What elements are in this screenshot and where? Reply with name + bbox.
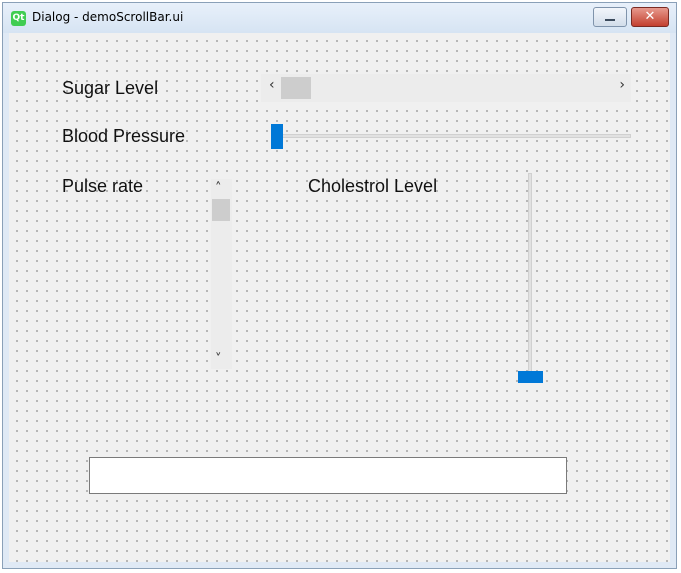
window-bottom-frame: [3, 562, 676, 568]
scroll-up-arrow-icon[interactable]: ˄: [215, 181, 222, 196]
blood-pressure-label: Blood Pressure: [62, 126, 186, 146]
scrollbar-thumb[interactable]: [281, 77, 311, 99]
scroll-right-arrow-icon[interactable]: ›: [619, 77, 625, 93]
pulse-rate-scrollbar[interactable]: ˄ ˅: [211, 179, 232, 369]
dialog-client-area: Sugar Level ‹ › Blood Pressure Pulse rat…: [9, 33, 670, 564]
qt-app-icon: Qt: [11, 11, 26, 26]
sugar-level-label: Sugar Level: [62, 78, 159, 98]
pulse-rate-label: Pulse rate: [62, 176, 144, 196]
close-icon: ✕: [644, 9, 656, 24]
slider-groove: [528, 173, 532, 383]
cholestrol-level-slider[interactable]: [515, 173, 545, 383]
slider-handle[interactable]: [518, 371, 543, 383]
sugar-level-scrollbar[interactable]: ‹ ›: [261, 74, 631, 102]
blood-pressure-slider[interactable]: [271, 121, 631, 151]
close-button[interactable]: ✕: [631, 7, 669, 27]
scroll-left-arrow-icon[interactable]: ‹: [269, 77, 275, 93]
minimize-icon: [605, 19, 615, 21]
window-title: Dialog - demoScrollBar.ui: [32, 10, 184, 24]
result-line-edit[interactable]: [89, 457, 567, 494]
scroll-down-arrow-icon[interactable]: ˅: [215, 352, 222, 367]
scrollbar-thumb[interactable]: [212, 199, 230, 221]
title-bar[interactable]: Qt Dialog - demoScrollBar.ui ✕: [3, 3, 676, 33]
minimize-button[interactable]: [593, 7, 627, 27]
slider-groove: [271, 134, 631, 138]
slider-handle[interactable]: [271, 124, 283, 149]
cholestrol-level-label: Cholestrol Level: [308, 176, 438, 196]
dialog-window: Qt Dialog - demoScrollBar.ui ✕ Sugar Lev…: [2, 2, 677, 569]
